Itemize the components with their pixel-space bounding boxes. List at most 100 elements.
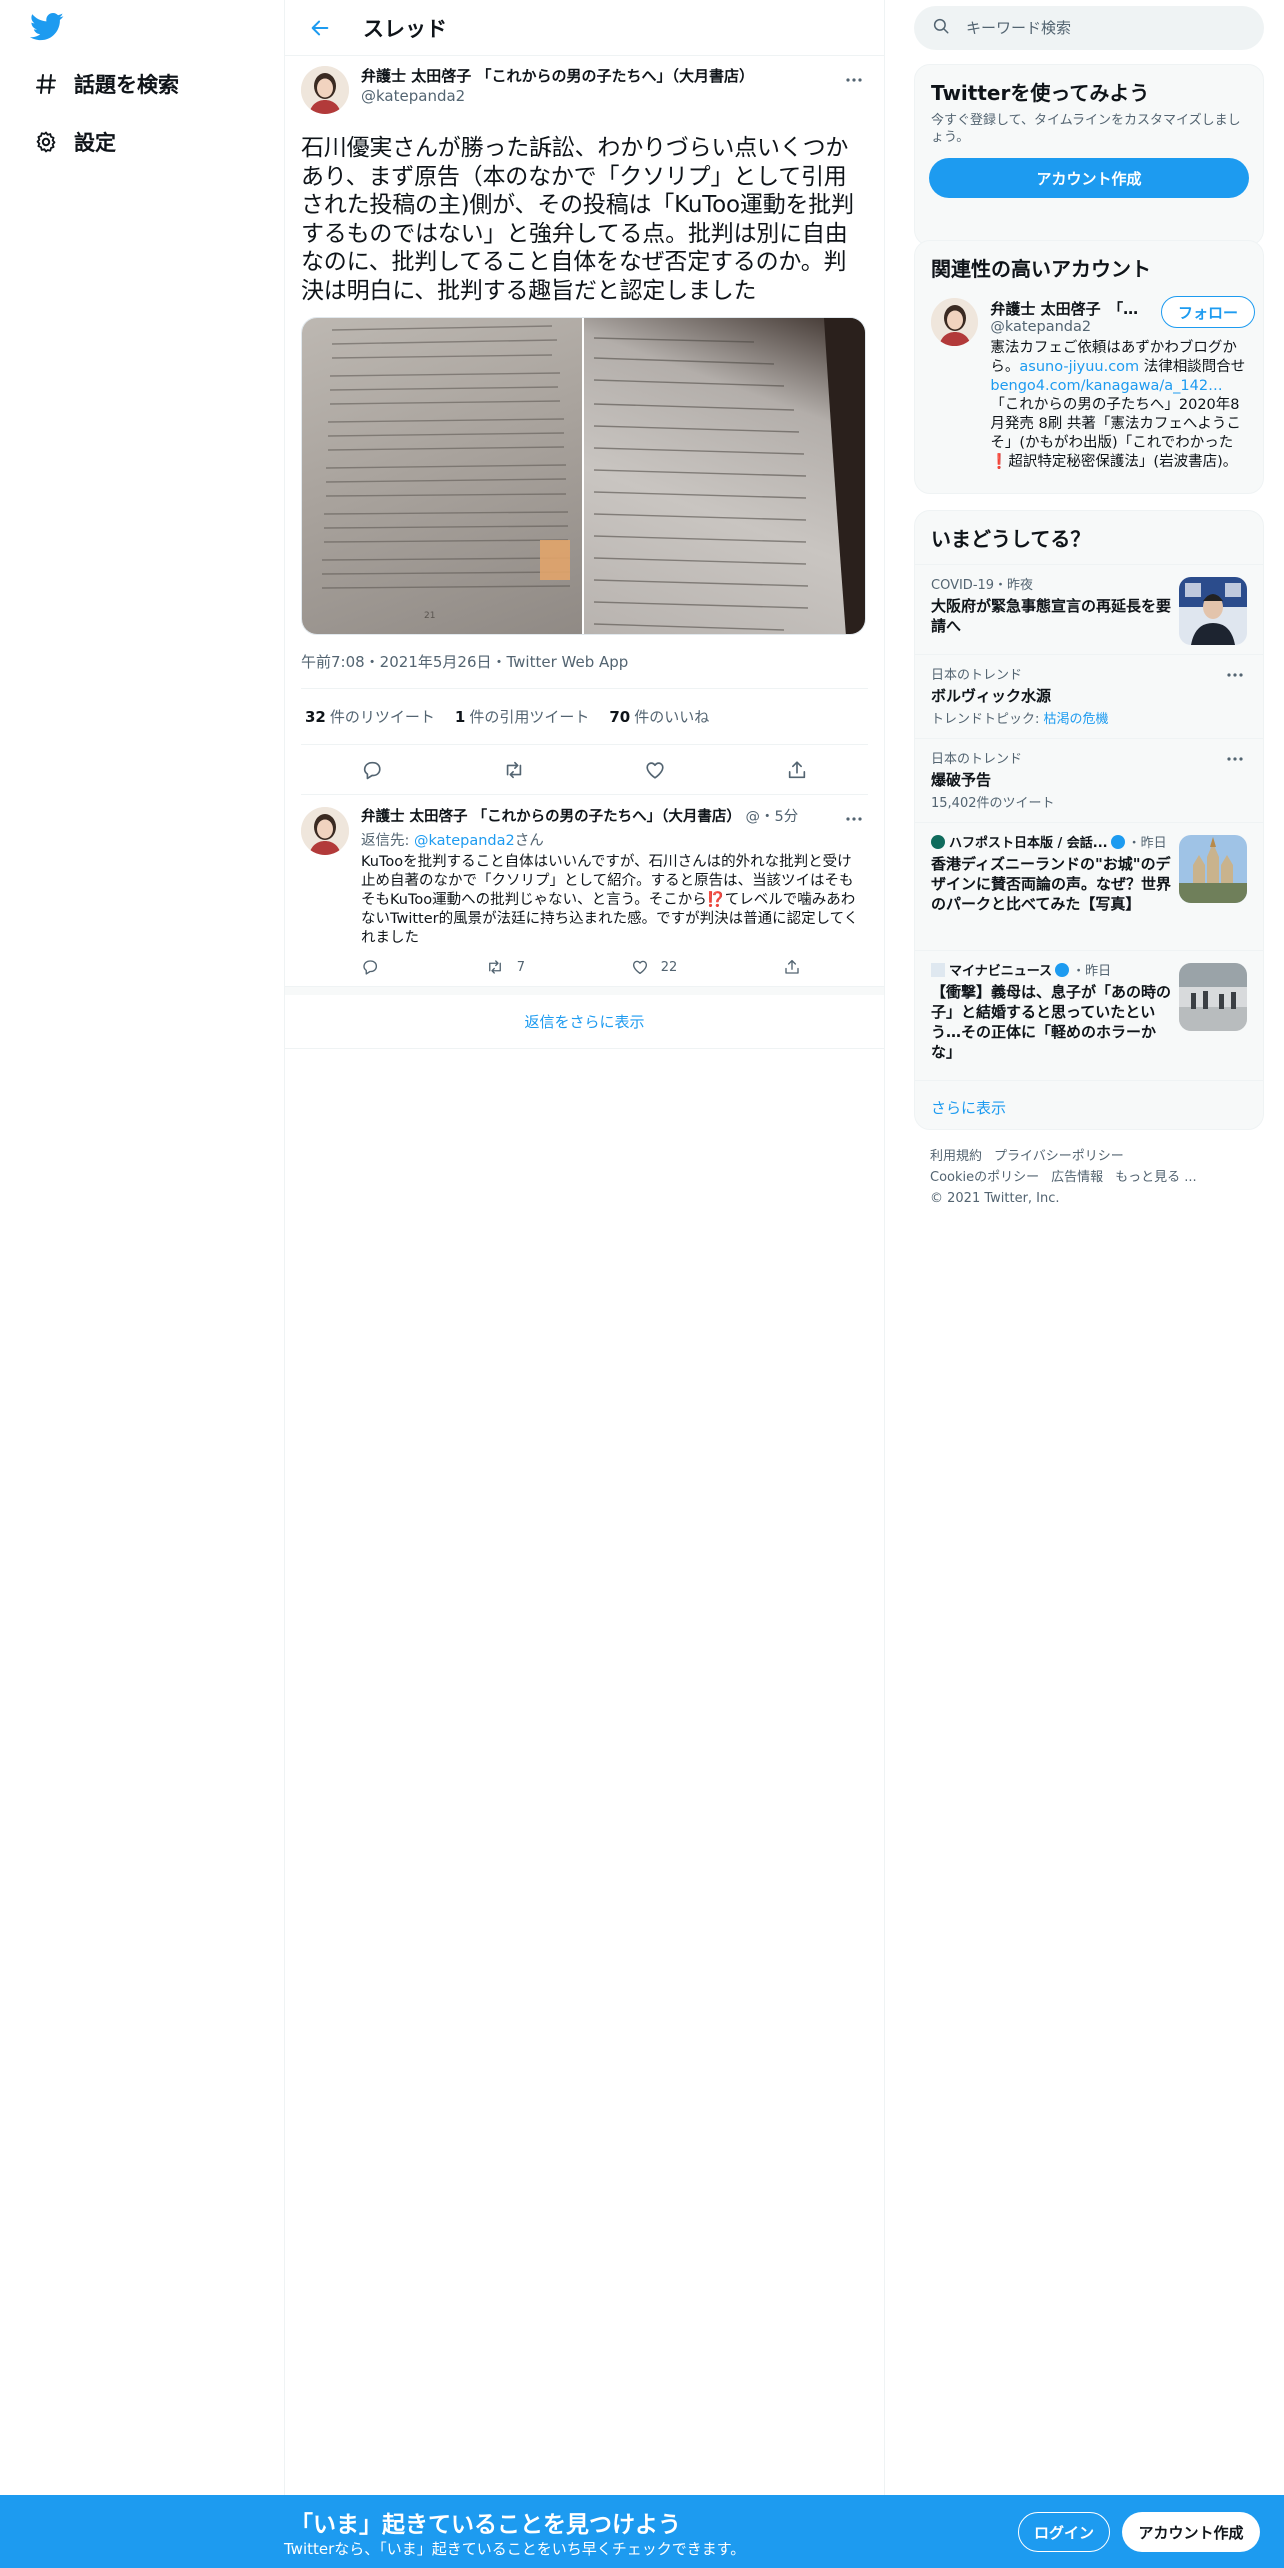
footer-link-cookies[interactable]: Cookieのポリシー [930,1170,1039,1185]
footer-link-ads[interactable]: 広告情報 [1051,1170,1103,1185]
signup-button[interactable]: アカウント作成 [1122,2512,1260,2552]
nav-explore-label: 話題を検索 [74,73,179,97]
trend-item[interactable]: 日本のトレンド ボルヴィック水源 トレンドトピック: 枯渇の危機 [915,654,1263,738]
reply-icon [363,960,378,975]
share-icon [785,959,799,974]
reply-author-avatar[interactable] [301,807,349,855]
retweet-icon [488,960,501,974]
trend-subtitle: 15,402件のツイート [931,796,1055,811]
trend-context: 日本のトレンド [931,752,1023,767]
gear-icon [32,128,60,156]
related-account-name[interactable]: 弁護士 太田啓子 「これからの男の子たちへ」 [990,298,1150,319]
trend-thumbnail [1179,577,1247,645]
page-title: スレッド [363,16,447,41]
retweets-stat[interactable]: 32 件のリツイート [305,706,435,727]
reply-tweet[interactable]: 弁護士 太田啓子 「これからの男の子たちへ」（大月書店） @・5分 返信先: @… [285,795,884,987]
trend-context: 日本のトレンド [931,668,1023,683]
like-icon[interactable] [637,752,673,788]
twitter-bird-icon[interactable] [30,12,64,42]
tweet-photos[interactable]: 21 [301,317,866,635]
nav-explore[interactable]: 話題を検索 [32,60,179,108]
author-name[interactable]: 弁護士 太田啓子 「これからの男の子たちへ」（大月書店） [361,66,754,86]
search-icon [932,17,950,39]
signup-card-desc: 今すぐ登録して、タイムラインをカスタマイズしましょう。 [931,113,1241,145]
tweet-text: 石川優実さんが勝った訴訟、わかりづらい点いくつかあり、まず原告（本のなかで「クソ… [301,135,854,304]
related-accounts-title: 関連性の高いアカウント [931,257,1151,281]
trend-subtitle: トレンドトピック: 枯渇の危機 [931,712,1109,727]
follow-button[interactable]: フォロー [1161,296,1255,328]
reply-retweet-count: 7 [516,959,525,975]
likes-stat[interactable]: 70 件のいいね [609,706,709,727]
reply-like-count: 22 [660,959,678,975]
trend-thumbnail [1179,963,1247,1031]
trends-title: いまどうしてる？ [931,527,1091,551]
show-more-replies-link[interactable]: 返信をさらに表示 [285,987,884,1049]
reply-actions: 7 22 [361,958,801,976]
trend-item[interactable]: ハフポスト日本版 / 会話... ・昨日 香港ディズニーランドの"お城"のデザイン… [915,822,1263,950]
trend-title: 香港ディズニーランドの"お城"のデザインに賛否両論の声。なぜ？世界のパークと比べ… [931,855,1172,913]
related-accounts-card: 関連性の高いアカウント 弁護士 太田啓子 「これからの男の子たちへ」 @kate… [914,240,1264,494]
like-icon [632,960,647,975]
reply-text: KuTooを批判すること自体はいいんですが、石川さんは的外れな批判と受け止め自著… [361,854,859,946]
copyright: © 2021 Twitter, Inc. [930,1191,1060,1206]
more-options-icon[interactable] [842,70,866,90]
trend-more-icon[interactable] [1223,665,1247,685]
verified-icon [1110,835,1125,849]
trend-more-icon[interactable] [1223,749,1247,769]
trend-topic-link[interactable]: 枯渇の危機 [1044,712,1109,727]
trend-item[interactable]: COVID-19・昨夜 大阪府が緊急事態宣言の再延長を要請へ [915,564,1263,654]
trend-context: マイナビニュース ・昨日 [931,963,1171,980]
retweet-icon[interactable] [496,752,532,788]
create-account-button[interactable]: アカウント作成 [929,158,1249,198]
search-bar[interactable] [914,6,1264,50]
mynavi-logo-icon [931,963,945,977]
bio-link-2[interactable]: bengo4.com/kanagawa/a_142… [990,378,1222,394]
bottom-signup-bar: 「いま」起きていることを見つけよう Twitterなら、「いま」起きていることを… [0,2495,1284,2568]
nav-settings[interactable]: 設定 [32,118,116,166]
author-avatar[interactable] [301,66,349,114]
reply-reply-button[interactable] [361,958,379,976]
left-navigation: 話題を検索 設定 [0,0,284,2568]
reply-more-options-icon[interactable] [842,809,866,829]
trend-title: ボルヴィック水源 [931,687,1052,705]
author-handle[interactable]: @katepanda2 [361,86,754,106]
reply-retweet-button[interactable]: 7 [485,958,525,976]
reply-to-handle[interactable]: @katepanda2 [414,833,515,849]
trend-item[interactable]: マイナビニュース ・昨日 【衝撃】義母は、息子が「あの時の子」と結婚すると思ってい… [915,950,1263,1080]
main-tweet: 弁護士 太田啓子 「これからの男の子たちへ」（大月書店） @katepanda2… [285,56,884,795]
bottom-bar-subtitle: Twitterなら、「いま」起きていることをいち早くチェックできます。 [284,2540,746,2558]
trends-show-more-link[interactable]: さらに表示 [915,1080,1263,1129]
reply-to: 返信先: @katepanda2さん [361,833,544,849]
reply-meta: @・5分 [745,809,799,825]
thread-column: スレッド 弁護士 太田啓子 「これからの男の子たちへ」（大月書店） @katep… [284,0,885,2495]
reply-share-button[interactable] [783,958,801,976]
signup-card: Twitterを使ってみよう 今すぐ登録して、タイムラインをカスタマイズしましょ… [914,64,1264,246]
reply-icon[interactable] [354,752,390,788]
trends-card: いまどうしてる？ COVID-19・昨夜 大阪府が緊急事態宣言の再延長を要請へ … [914,510,1264,1130]
trend-thumbnail [1179,835,1247,903]
svg-text:21: 21 [424,611,435,621]
related-account-avatar[interactable] [931,298,979,346]
verified-icon [1055,963,1070,977]
trend-item[interactable]: 日本のトレンド 爆破予告 15,402件のツイート [915,738,1263,822]
share-icon[interactable] [779,752,815,788]
reply-like-button[interactable]: 22 [631,958,678,976]
related-account-bio: 憲法カフェご依頼はあずかわブログから。asuno-jiyuu.com 法律相談問… [990,340,1246,470]
trend-title: 大阪府が緊急事態宣言の再延長を要請へ [931,597,1172,635]
tweet-photo-2[interactable] [584,318,865,634]
related-account[interactable]: 弁護士 太田啓子 「これからの男の子たちへ」 @katepanda2 フォロー … [915,294,1263,484]
tweet-photo-1[interactable]: 21 [302,318,584,634]
bio-link-1[interactable]: asuno-jiyuu.com [1019,359,1139,375]
footer-link-terms[interactable]: 利用規約 [930,1149,982,1164]
tweet-timestamp[interactable]: 午前7:08・2021年5月26日・Twitter Web App [301,651,868,689]
footer-link-more[interactable]: もっと見る ... [1115,1170,1197,1185]
login-button[interactable]: ログイン [1018,2512,1110,2552]
hashtag-icon [32,70,60,98]
reply-author-name[interactable]: 弁護士 太田啓子 「これからの男の子たちへ」（大月書店） [361,809,741,825]
search-input[interactable] [966,19,1246,37]
tweet-stats: 32 件のリツイート 1 件の引用ツイート 70 件のいいね [301,689,868,745]
quotes-stat[interactable]: 1 件の引用ツイート [455,706,589,727]
footer-links: 利用規約 プライバシーポリシー Cookieのポリシー 広告情報 もっと見る ... … [930,1146,1250,1209]
footer-link-privacy[interactable]: プライバシーポリシー [994,1149,1124,1164]
back-arrow-icon[interactable] [305,13,335,43]
